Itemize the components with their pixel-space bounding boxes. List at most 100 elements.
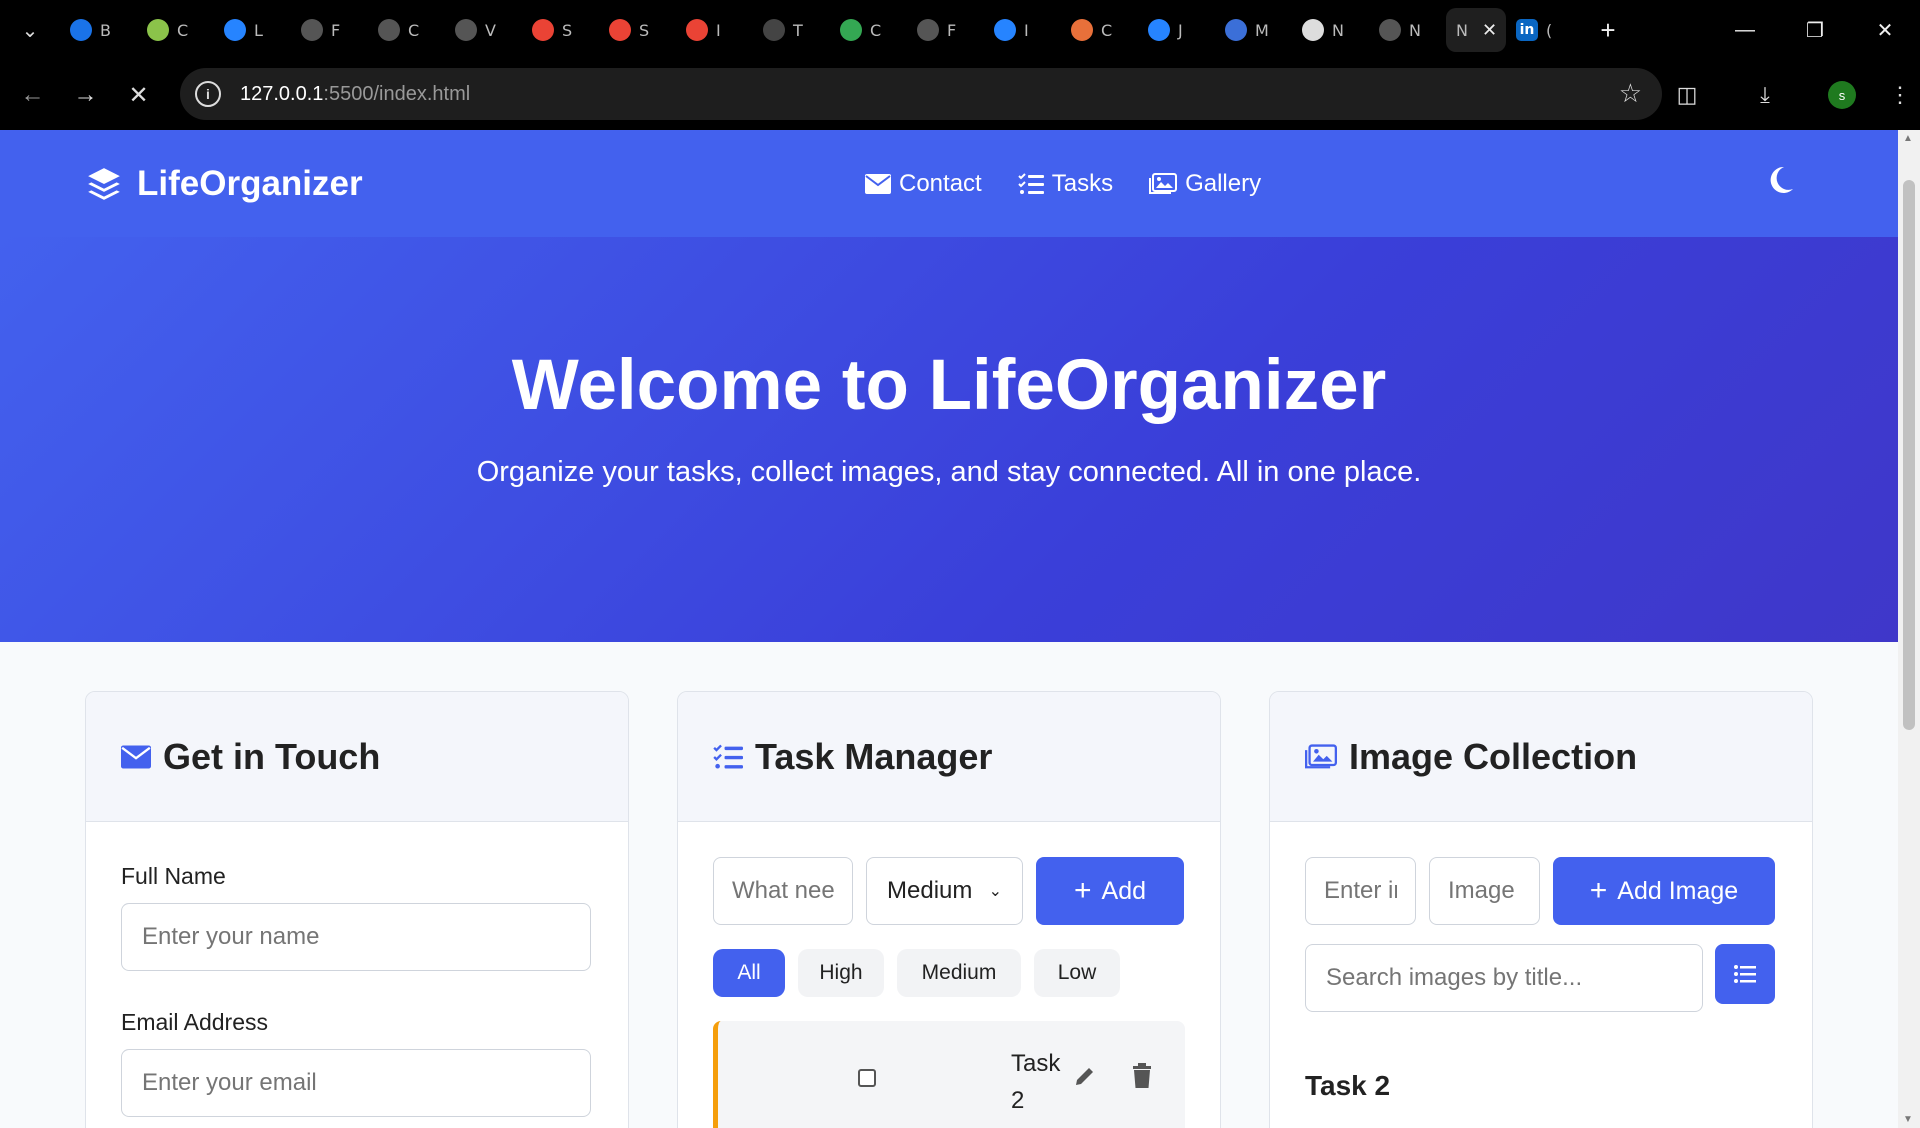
browser-tab[interactable]: in (	[1506, 8, 1583, 52]
browser-tab[interactable]: M	[1215, 8, 1292, 52]
filter-row: All High Medium Low	[713, 949, 1185, 997]
github-favicon-icon	[763, 19, 785, 41]
nav-tasks[interactable]: Tasks	[1018, 170, 1113, 198]
cards-row: Get in Touch Full Name Email Address Tas…	[85, 691, 1813, 1128]
browser-tab[interactable]: J	[1138, 8, 1215, 52]
close-window-icon[interactable]: ✕	[1850, 0, 1920, 60]
browser-tab[interactable]: L	[214, 8, 291, 52]
browser-tab[interactable]: C	[137, 8, 214, 52]
url-path: :5500/index.html	[323, 82, 471, 105]
hero-section: Welcome to LifeOrganizer Organize your t…	[0, 237, 1898, 642]
menu-kebab-icon[interactable]: ⋮	[1880, 82, 1920, 108]
globe-favicon-icon	[1379, 19, 1401, 41]
tab-title: J	[1178, 20, 1183, 40]
task-input[interactable]	[713, 857, 853, 925]
dark-mode-moon-icon[interactable]	[1768, 166, 1794, 202]
jira-favicon-icon	[224, 19, 246, 41]
browser-tab[interactable]: C	[830, 8, 907, 52]
forward-arrow-icon[interactable]: →	[59, 70, 112, 120]
browser-tab[interactable]: V	[445, 8, 522, 52]
filter-high[interactable]: High	[798, 949, 884, 997]
nav-tasks-label: Tasks	[1051, 169, 1114, 197]
nav-contact[interactable]: Contact	[865, 170, 982, 198]
image-input-row: + Add Image	[1305, 857, 1777, 925]
stop-loading-icon[interactable]: ✕	[112, 70, 165, 120]
scroll-thumb[interactable]	[1903, 180, 1915, 730]
browser-tab-active[interactable]: N ✕	[1446, 8, 1506, 52]
task-card-header: Task Manager	[678, 692, 1220, 822]
jira-favicon-icon	[994, 19, 1016, 41]
url-text[interactable]: 127.0.0.1:5500/index.html	[240, 83, 470, 106]
task-checkbox[interactable]	[858, 1069, 876, 1087]
address-bar[interactable]: i 127.0.0.1:5500/index.html ☆	[180, 68, 1662, 120]
linkedin-favicon-icon: in	[1516, 19, 1538, 41]
browser-tab[interactable]: N	[1292, 8, 1369, 52]
site-info-icon[interactable]: i	[195, 81, 221, 107]
email-field[interactable]	[121, 1049, 591, 1117]
close-tab-icon[interactable]: ✕	[1482, 20, 1497, 41]
nav-gallery[interactable]: Gallery	[1149, 170, 1261, 198]
info-favicon-icon	[70, 19, 92, 41]
delete-trash-icon[interactable]	[1131, 1063, 1153, 1094]
brand-name: LifeOrganizer	[137, 163, 363, 203]
browser-tab[interactable]: I	[676, 8, 753, 52]
browser-tab[interactable]: N	[1369, 8, 1446, 52]
browser-tab[interactable]: B	[60, 8, 137, 52]
back-arrow-icon[interactable]: ←	[6, 70, 59, 120]
scroll-up-arrow-icon[interactable]: ▲	[1903, 133, 1913, 144]
task-list-icon	[1018, 172, 1044, 195]
name-field[interactable]	[121, 903, 591, 971]
profile-avatar[interactable]: s	[1828, 81, 1856, 109]
gmail-favicon-icon	[609, 19, 631, 41]
list-view-icon[interactable]	[1715, 944, 1775, 1004]
priority-select[interactable]: Medium ⌄	[866, 857, 1023, 925]
page-scrollbar[interactable]: ▲ ▼	[1898, 130, 1920, 1128]
name-label: Full Name	[121, 863, 226, 889]
image-title-input[interactable]	[1305, 857, 1416, 925]
browser-tab[interactable]: S	[522, 8, 599, 52]
restore-icon[interactable]: ❐	[1780, 0, 1850, 60]
envelope-icon	[121, 744, 151, 769]
image-url-input[interactable]	[1429, 857, 1540, 925]
images-icon	[1149, 172, 1178, 195]
tab-title: N	[1332, 20, 1344, 40]
nav-contact-label: Contact	[899, 169, 982, 197]
download-icon[interactable]: ⤓	[1726, 82, 1804, 108]
page-content: LifeOrganizer Contact Tasks Gallery Welc…	[0, 130, 1898, 1128]
task-list-icon	[713, 744, 743, 770]
browser-tab[interactable]: S	[599, 8, 676, 52]
tab-title: C	[870, 20, 882, 40]
tab-title: I	[716, 20, 721, 40]
swirl-favicon-icon	[147, 19, 169, 41]
task-text: Task 2	[1011, 1050, 1061, 1114]
globe-favicon-icon	[917, 19, 939, 41]
image-search-input[interactable]	[1305, 944, 1703, 1012]
filter-low[interactable]: Low	[1034, 949, 1120, 997]
browser-tab[interactable]: C	[368, 8, 445, 52]
browser-tab[interactable]: T	[753, 8, 830, 52]
add-image-label: Add Image	[1617, 876, 1739, 905]
globe-favicon-icon	[455, 19, 477, 41]
tab-title: I	[1024, 20, 1029, 40]
add-image-button[interactable]: + Add Image	[1553, 857, 1775, 925]
browser-tab[interactable]: F	[291, 8, 368, 52]
browser-tab[interactable]: C	[1061, 8, 1138, 52]
bookmark-star-icon[interactable]: ☆	[1619, 78, 1642, 109]
image-search-row	[1305, 944, 1777, 1012]
scroll-down-arrow-icon[interactable]: ▼	[1903, 1114, 1913, 1125]
add-task-button[interactable]: + Add	[1036, 857, 1184, 925]
new-tab-plus-icon[interactable]: +	[1583, 8, 1633, 52]
chrome-favicon-icon	[1302, 19, 1324, 41]
minimize-icon[interactable]: —	[1710, 0, 1780, 60]
add-task-label: Add	[1101, 876, 1146, 905]
contact-card-title: Get in Touch	[163, 735, 381, 777]
image-collection-card: Image Collection + Add Image	[1269, 691, 1813, 1128]
browser-tab[interactable]: F	[907, 8, 984, 52]
brand-logo[interactable]: LifeOrganizer	[85, 164, 363, 204]
tab-search-chevron-icon[interactable]: ⌄	[0, 0, 60, 60]
extensions-puzzle-icon[interactable]: ◫	[1648, 82, 1726, 108]
filter-all[interactable]: All	[713, 949, 785, 997]
filter-medium[interactable]: Medium	[897, 949, 1021, 997]
browser-tab[interactable]: I	[984, 8, 1061, 52]
edit-pencil-icon[interactable]	[1073, 1064, 1097, 1093]
